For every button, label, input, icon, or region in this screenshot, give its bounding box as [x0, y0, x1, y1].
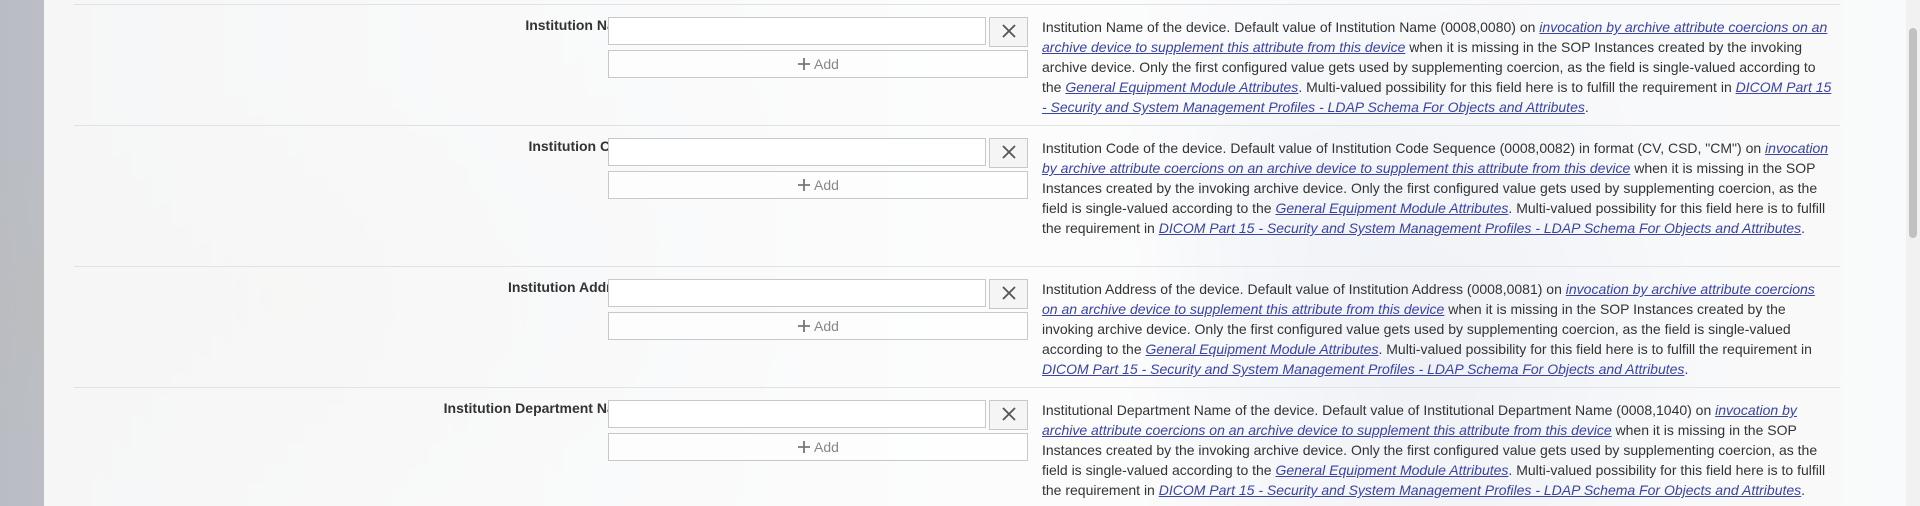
field-description: Institution Name of the device. Default …	[1042, 17, 1832, 117]
institution-code-input[interactable]	[608, 138, 986, 166]
vertical-scrollbar[interactable]	[1906, 0, 1920, 506]
close-icon	[1001, 406, 1016, 424]
desc-text: Institution Code of the device. Default …	[1042, 140, 1766, 156]
institution-department-name-input[interactable]	[608, 400, 986, 428]
close-icon	[1001, 144, 1016, 162]
field-description: Institution Code of the device. Default …	[1042, 138, 1832, 238]
add-label: Add	[814, 177, 839, 193]
add-label: Add	[814, 56, 839, 72]
clear-button[interactable]	[989, 400, 1028, 430]
form-row-institution-department-name: Institution Department Name Add Institut…	[74, 387, 1840, 506]
form-panel: Institution Name Add Institution Name of…	[44, 0, 1910, 506]
desc-link-dicom-part15[interactable]: DICOM Part 15 - Security and System Mana…	[1159, 220, 1801, 236]
desc-text: . Multi-valued possibility for this fiel…	[1378, 341, 1812, 357]
desc-text: Institution Name of the device. Default …	[1042, 19, 1540, 35]
add-label: Add	[814, 318, 839, 334]
add-label: Add	[814, 439, 839, 455]
desc-text: Institution Address of the device. Defau…	[1042, 281, 1566, 297]
add-button[interactable]: Add	[608, 433, 1028, 461]
form-row-institution-address: Institution Address Add Institution Addr…	[74, 266, 1840, 387]
desc-text: .	[1584, 99, 1589, 115]
institution-name-input[interactable]	[608, 17, 986, 45]
institution-address-input[interactable]	[608, 279, 986, 307]
close-icon	[1001, 23, 1016, 41]
scrollbar-thumb[interactable]	[1909, 28, 1917, 238]
desc-text: Institutional Department Name of the dev…	[1042, 402, 1716, 418]
field-description: Institutional Department Name of the dev…	[1042, 400, 1832, 500]
plus-icon	[797, 178, 811, 192]
add-button[interactable]: Add	[608, 50, 1028, 78]
clear-button[interactable]	[989, 138, 1028, 168]
plus-icon	[797, 319, 811, 333]
field-description: Institution Address of the device. Defau…	[1042, 279, 1832, 379]
desc-link-equipment-module[interactable]: General Equipment Module Attributes	[1146, 341, 1379, 357]
form-row-institution-name: Institution Name Add Institution Name of…	[74, 4, 1840, 125]
plus-icon	[797, 57, 811, 71]
field-label: Institution Department Name	[443, 400, 635, 416]
desc-text: .	[1801, 220, 1806, 236]
desc-link-dicom-part15[interactable]: DICOM Part 15 - Security and System Mana…	[1042, 361, 1684, 377]
desc-link-equipment-module[interactable]: General Equipment Module Attributes	[1065, 79, 1298, 95]
desc-text: .	[1684, 361, 1689, 377]
clear-button[interactable]	[989, 17, 1028, 47]
plus-icon	[797, 440, 811, 454]
add-button[interactable]: Add	[608, 171, 1028, 199]
close-icon	[1001, 285, 1016, 303]
desc-text: . Multi-valued possibility for this fiel…	[1298, 79, 1736, 95]
desc-link-equipment-module[interactable]: General Equipment Module Attributes	[1275, 462, 1508, 478]
desc-text: .	[1801, 482, 1806, 498]
add-button[interactable]: Add	[608, 312, 1028, 340]
desc-link-dicom-part15[interactable]: DICOM Part 15 - Security and System Mana…	[1159, 482, 1801, 498]
clear-button[interactable]	[989, 279, 1028, 309]
desc-link-equipment-module[interactable]: General Equipment Module Attributes	[1275, 200, 1508, 216]
form-row-institution-code: Institution Code Add Institution Code of…	[74, 125, 1840, 266]
